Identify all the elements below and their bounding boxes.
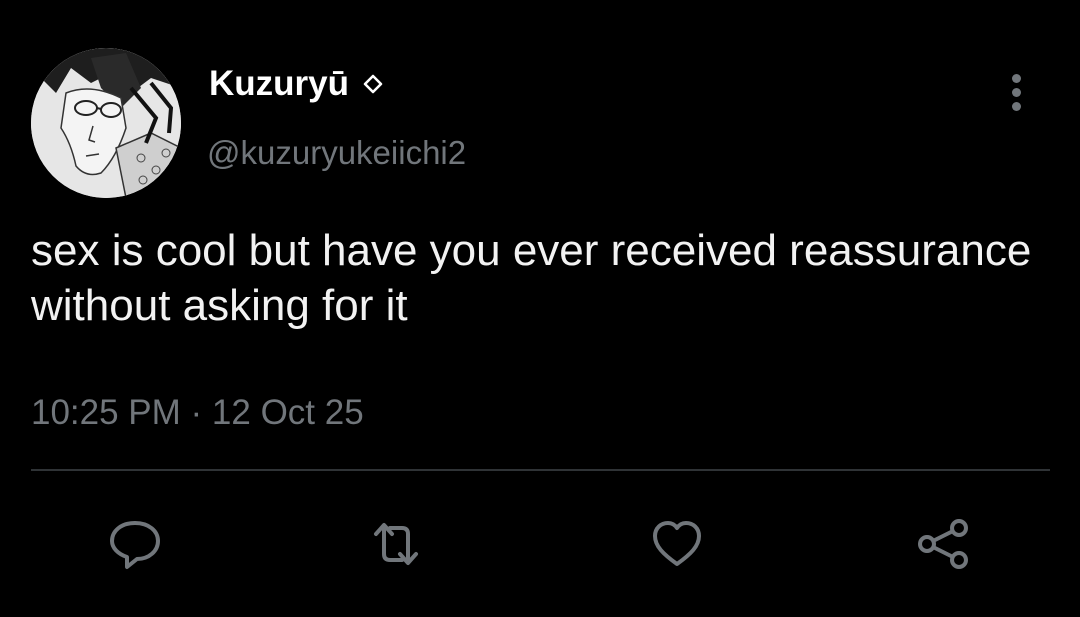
tweet-card: Kuzuryū @kuzuryukeiichi2 sex is cool but… [0,0,1080,617]
display-name-row[interactable]: Kuzuryū [209,64,383,104]
diamond-badge-icon [363,74,383,94]
heart-icon [653,521,701,566]
ellipsis-dot [1012,88,1021,97]
more-options-button[interactable] [1000,70,1036,114]
tweet-text: sex is cool but have you ever received r… [31,226,1032,330]
speech-bubble-icon [110,521,160,569]
tweet-timestamp[interactable]: 10:25 PM · 12 Oct 25 [31,393,364,433]
divider [31,469,1050,471]
ellipsis-dot [1012,102,1021,111]
avatar[interactable] [31,48,181,198]
reply-button[interactable] [105,514,165,574]
share-button[interactable] [913,514,973,574]
like-button[interactable] [647,514,707,574]
retweet-button[interactable] [366,514,426,574]
avatar-image [31,48,181,198]
user-handle[interactable]: @kuzuryukeiichi2 [207,134,466,172]
share-nodes-icon [918,519,968,569]
vertical-ellipsis-icon [1012,74,1021,83]
retweet-arrows-icon [374,523,418,565]
display-name[interactable]: Kuzuryū [209,64,349,104]
